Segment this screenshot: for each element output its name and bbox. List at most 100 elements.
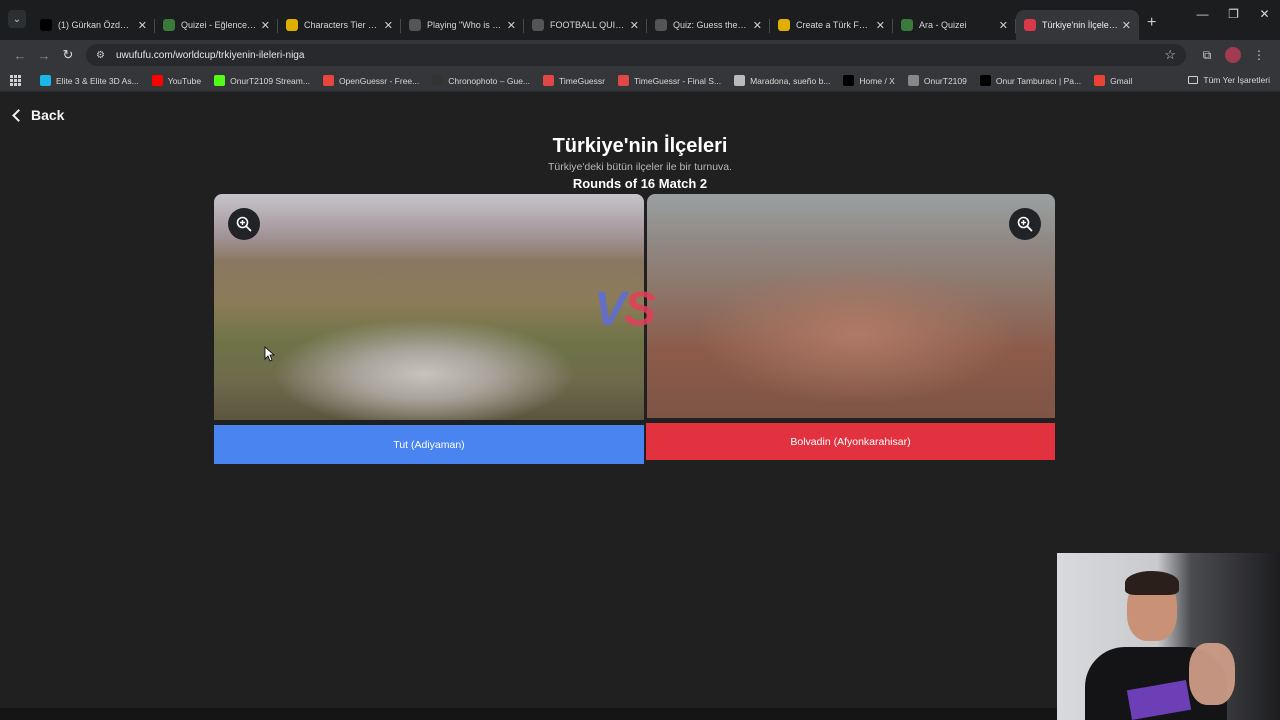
bookmarks-bar: Elite 3 & Elite 3D As... YouTube OnurT2109… [0, 70, 1280, 92]
bookmark-item[interactable]: OpenGuessr - Free... [322, 75, 419, 86]
tab-title: Ara - Quizei [919, 20, 967, 30]
quiz-icon [655, 19, 667, 31]
tournament-header: Türkiye'nin İlçeleri Türkiye'deki bütün … [0, 135, 1280, 191]
zoom-in-icon[interactable] [228, 208, 260, 240]
close-tab-icon[interactable]: ✕ [261, 19, 270, 32]
forward-nav-icon[interactable]: → [32, 43, 56, 67]
left-candidate-label: Tut (Adiyaman) [393, 438, 465, 451]
tab-title: Quizei - Eğlenceli ve [181, 20, 257, 30]
bookmark-label: Onur Tamburacı | Pa... [995, 75, 1082, 86]
tab-1[interactable]: Quizei - Eğlenceli ve ✕ [155, 10, 278, 40]
close-tab-icon[interactable]: ✕ [507, 19, 516, 32]
back-nav-icon[interactable]: ← [8, 43, 32, 67]
tab-strip: ⌄ (1) Gürkan Özden (@✕Quizei - Eğlenceli… [0, 0, 1280, 40]
close-tab-icon[interactable]: ✕ [138, 19, 147, 32]
all-bookmarks-label: Tüm Yer İşaretleri [1203, 75, 1270, 85]
right-candidate-label: Bolvadin (Afyonkarahisar) [790, 435, 911, 448]
right-candidate-image[interactable] [647, 194, 1055, 418]
bookmark-item[interactable]: Home / X [843, 75, 895, 86]
bottom-edge [0, 708, 1057, 720]
minimize-button[interactable]: — [1187, 0, 1218, 28]
versus-badge: VS [594, 282, 694, 337]
url-text: uwufufu.com/worldcup/trkiyenin-ileleri-n… [116, 49, 305, 61]
bookmark-label: Maradona, sueño b... [750, 75, 831, 86]
patreon-icon [979, 75, 991, 86]
close-tab-icon[interactable]: ✕ [753, 19, 762, 32]
tab-title: Playing "Who is this f [427, 20, 503, 30]
bookmark-label: Chronophoto – Gue... [448, 75, 531, 86]
tab-title: (1) Gürkan Özden (@ [58, 20, 134, 30]
profile-avatar[interactable] [1225, 47, 1241, 63]
bookmark-label: Home / X [859, 75, 895, 86]
bookmark-label: OnurT2109 Stream... [230, 75, 310, 86]
bookmark-item[interactable]: Elite 3 & Elite 3D As... [40, 75, 139, 86]
bookmark-star-icon[interactable]: ☆ [1164, 47, 1176, 63]
tab-7[interactable]: Ara - Quizei ✕ [893, 10, 1016, 40]
bookmark-label: TimeGuessr - Final S... [634, 75, 722, 86]
page-title: Türkiye'nin İlçeleri [552, 135, 728, 157]
chronophoto-icon [432, 75, 444, 86]
reload-icon[interactable]: ↻ [56, 43, 80, 67]
quiz-icon [409, 19, 421, 31]
bookmark-label: TimeGuessr [559, 75, 605, 86]
restore-button[interactable]: ❐ [1218, 0, 1249, 28]
close-tab-icon[interactable]: ✕ [999, 19, 1008, 32]
tab-3[interactable]: Playing "Who is this f ✕ [401, 10, 524, 40]
bookmark-item[interactable]: Onur Tamburacı | Pa... [979, 75, 1082, 86]
tab-search-button[interactable]: ⌄ [8, 10, 26, 28]
tab-title: Türkiye'nin İlçeleri | U [1042, 20, 1118, 30]
apps-grid-icon[interactable] [10, 74, 22, 87]
close-tab-icon[interactable]: ✕ [630, 19, 639, 32]
quiz-icon [532, 19, 544, 31]
left-candidate-image[interactable] [214, 194, 644, 420]
vimeo-icon [40, 75, 51, 86]
bookmark-item[interactable]: Gmail [1094, 75, 1132, 86]
tab-8[interactable]: Türkiye'nin İlçeleri | U ✕ [1016, 10, 1139, 40]
new-tab-button[interactable]: + [1147, 14, 1156, 32]
bookmark-item[interactable]: TimeGuessr - Final S... [618, 75, 721, 86]
folder-icon [1188, 76, 1199, 84]
select-left-button[interactable]: Tut (Adiyaman) [214, 425, 644, 464]
browser-menu-icon[interactable]: ⋮ [1246, 43, 1272, 67]
address-bar[interactable]: ⚙ uwufufu.com/worldcup/trkiyenin-ileleri… [86, 44, 1186, 66]
extensions-icon[interactable]: ⧉ [1194, 43, 1220, 67]
timeguessr-icon [543, 75, 555, 86]
webcam-overlay [1057, 553, 1280, 720]
tiermaker-icon [778, 19, 790, 31]
select-right-button[interactable]: Bolvadin (Afyonkarahisar) [646, 423, 1055, 460]
bookmark-label: Gmail [1110, 75, 1133, 86]
kick-icon [214, 75, 226, 86]
openguessr-icon [322, 75, 334, 86]
site-info-icon[interactable]: ⚙ [96, 50, 112, 61]
close-window-button[interactable]: ✕ [1249, 0, 1280, 28]
bookmark-item[interactable]: YouTube [151, 75, 201, 86]
globe-icon [907, 75, 919, 86]
round-label: Rounds of 16 Match 2 [572, 176, 708, 191]
chevron-left-icon [12, 108, 25, 122]
x-icon [40, 19, 52, 31]
bookmark-item[interactable]: Maradona, sueño b... [734, 75, 830, 86]
close-tab-icon[interactable]: ✕ [876, 19, 885, 32]
back-button[interactable]: Back [12, 107, 64, 123]
versus-s: S [624, 283, 656, 336]
bookmark-item[interactable]: OnurT2109 Stream... [214, 75, 310, 86]
bookmark-label: Elite 3 & Elite 3D As... [56, 75, 139, 86]
zoom-in-icon[interactable] [1009, 208, 1041, 240]
page-subtitle: Türkiye'deki bütün ilçeler ile bir turnu… [547, 161, 733, 173]
close-tab-icon[interactable]: ✕ [1122, 19, 1131, 32]
tab-4[interactable]: FOOTBALL QUIZ - Tri ✕ [524, 10, 647, 40]
timeguessr-icon [618, 75, 629, 86]
bookmark-item[interactable]: OnurT2109 [907, 75, 967, 86]
tab-5[interactable]: Quiz: Guess the Socc ✕ [647, 10, 770, 40]
mouse-pointer-icon [264, 346, 276, 362]
tab-6[interactable]: Create a Türk Futbol ✕ [770, 10, 893, 40]
tab-0[interactable]: (1) Gürkan Özden (@ ✕ [32, 10, 155, 40]
all-bookmarks-folder[interactable]: Tüm Yer İşaretleri [1188, 75, 1270, 85]
tab-title: Create a Türk Futbol [796, 20, 872, 30]
close-tab-icon[interactable]: ✕ [384, 19, 393, 32]
tab-2[interactable]: Characters Tier List Te ✕ [278, 10, 401, 40]
x-icon [843, 75, 855, 86]
bookmark-item[interactable]: Chronophoto – Gue... [432, 75, 530, 86]
youtube-icon [151, 75, 163, 86]
bookmark-item[interactable]: TimeGuessr [543, 75, 605, 86]
